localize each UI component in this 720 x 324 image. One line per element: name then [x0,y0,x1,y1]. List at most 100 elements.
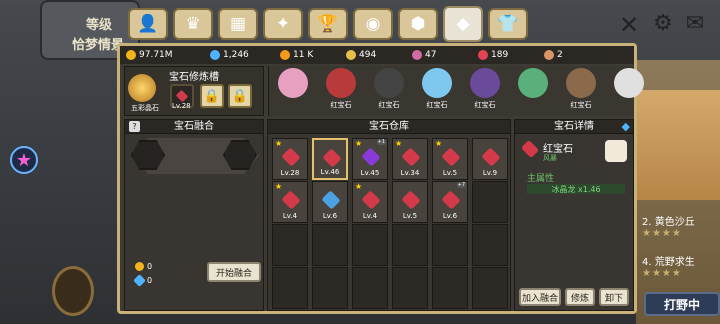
gem-cell[interactable] [312,224,348,266]
monster-portrait [278,68,308,98]
gem-cell[interactable]: Lv.5 [392,181,428,223]
gem-cell[interactable] [272,267,308,309]
tab-crown[interactable]: ♛ [173,8,213,40]
diamond-icon [133,274,146,287]
gem-cell[interactable] [312,267,348,309]
resource-value: 2 [557,50,563,60]
resource-value: 47 [425,50,437,60]
monster-portrait [422,68,452,98]
gem-cell[interactable] [352,267,388,309]
stage-item-2[interactable]: 4. 荒野求生 [636,253,720,268]
gem-cell[interactable]: Lv.6 [312,181,348,223]
monster-slot[interactable] [609,68,649,100]
gem-cell[interactable]: ★ Lv.4 [352,181,388,223]
gold-icon [135,262,144,271]
gem-cell[interactable] [472,181,508,223]
gem-slot-locked-1[interactable]: 🔒 [200,84,224,108]
gem-cell[interactable]: Lv.9 [472,138,508,180]
donut-icon [544,50,554,60]
gem-cell[interactable]: ★ Lv.4 [272,181,308,223]
lock-icon: 🔒 [203,88,221,104]
gem-level: Lv.34 [400,169,420,177]
gem-cell[interactable]: ★ Lv.28 [272,138,308,180]
monster-slot[interactable]: 红宝石 [369,68,409,110]
side-star-icon[interactable]: ★ [10,146,38,174]
gem-cell[interactable] [432,224,468,266]
gem-slot-locked-2[interactable]: 🔒 [228,84,252,108]
resource-value: 494 [359,50,377,60]
avatar[interactable] [128,74,156,102]
monster-slot[interactable]: 红宝石 [321,68,361,110]
diamond-icon [210,50,220,60]
gem-panel: 97.71M 1,246 11 K 494 47 189 2 宝石修炼槽 五彩晶石 Lv.2… [117,43,644,314]
gem-level: Lv.6 [442,212,458,220]
gem-icon [322,148,342,168]
resource-ticket: 47 [412,50,472,60]
gem-cell[interactable] [392,224,428,266]
gem-icon [441,147,461,167]
tab-gem-tab[interactable]: ◆ [443,6,483,42]
resource-bar: 97.71M 1,246 11 K 494 47 189 2 [120,46,634,64]
gem-icon [281,190,301,210]
gem-cell[interactable] [432,267,468,309]
gem-cell[interactable] [352,224,388,266]
gem-cell[interactable]: +7 Lv.6 [432,181,468,223]
star-icon: ★ [275,182,283,191]
monster-slot[interactable]: 红宝石 [561,68,601,110]
gem-cell[interactable] [472,224,508,266]
tab-eye-orb[interactable]: ◉ [353,8,393,40]
character-icon: 👤 [137,14,159,34]
star-icon: ★ [435,139,443,148]
detail-header: 宝石详情 ◆ [515,120,633,134]
monster-portrait [614,68,644,98]
warehouse-section: 宝石仓库 ★ Lv.28 Lv.46 ★ +1 Lv.45 ★ Lv.34 ★ Lv.5 Lv.9 ★… [267,119,511,311]
gem-level: Lv.4 [282,212,298,220]
gem-level: Lv.9 [482,169,498,177]
tab-castle[interactable]: ▦ [218,8,258,40]
resource-value: 11 K [293,50,314,60]
castle-icon: ▦ [229,14,247,34]
fusion-res-1: 0 [135,262,152,271]
unequip-button[interactable]: 卸下 [599,288,629,306]
tab-character[interactable]: 👤 [128,8,168,40]
resource-ruby: 189 [478,50,538,60]
help-icon[interactable]: ? [129,121,140,132]
tab-trophy[interactable]: 🏆 [308,8,348,40]
train-button[interactable]: 修炼 [565,288,595,306]
tab-shield-orb[interactable]: ⬢ [398,8,438,40]
gem-cell[interactable]: Lv.46 [312,138,348,180]
close-icon[interactable]: ✕ [616,12,642,38]
monster-slot[interactable] [273,68,313,100]
add-fusion-button[interactable]: 加入融合 [519,288,561,306]
start-fusion-button[interactable]: 开始融合 [207,262,261,282]
gem-cell[interactable]: ★ Lv.34 [392,138,428,180]
ruby-icon [478,50,488,60]
hunt-button[interactable]: 打野中 [644,292,720,316]
tab-shirt[interactable]: 👕 [488,8,528,40]
wings-icon [346,50,356,60]
gem-cell[interactable]: ★ Lv.5 [432,138,468,180]
resource-wings: 494 [346,50,406,60]
bottom-emblem[interactable] [52,266,94,316]
stage-item-1[interactable]: 2. 黄色沙丘 [636,213,720,228]
gem-slot-level: Lv.28 [172,102,191,110]
gem-level: Lv.5 [402,212,418,220]
gem-cell[interactable]: ★ +1 Lv.45 [352,138,388,180]
character-portrait[interactable] [605,140,627,162]
gem-tag: +1 [376,139,386,145]
gem-cell[interactable] [472,267,508,309]
gem-cell[interactable] [392,267,428,309]
gear-icon[interactable]: ⚙ [650,10,676,36]
monster-gem-label: 红宝石 [474,101,496,109]
monster-slot[interactable]: 红宝石 [417,68,457,110]
mail-icon[interactable]: ✉ [682,10,708,36]
gem-cell[interactable] [272,224,308,266]
gem-level: Lv.5 [442,169,458,177]
gold-icon [126,50,136,60]
fusion-res-2-value: 0 [147,276,153,285]
tab-wand[interactable]: ✦ [263,8,303,40]
monster-slot[interactable]: 红宝石 [465,68,505,110]
ticket-icon [412,50,422,60]
star-icon: ★ [355,139,363,148]
monster-slot[interactable] [513,68,553,100]
